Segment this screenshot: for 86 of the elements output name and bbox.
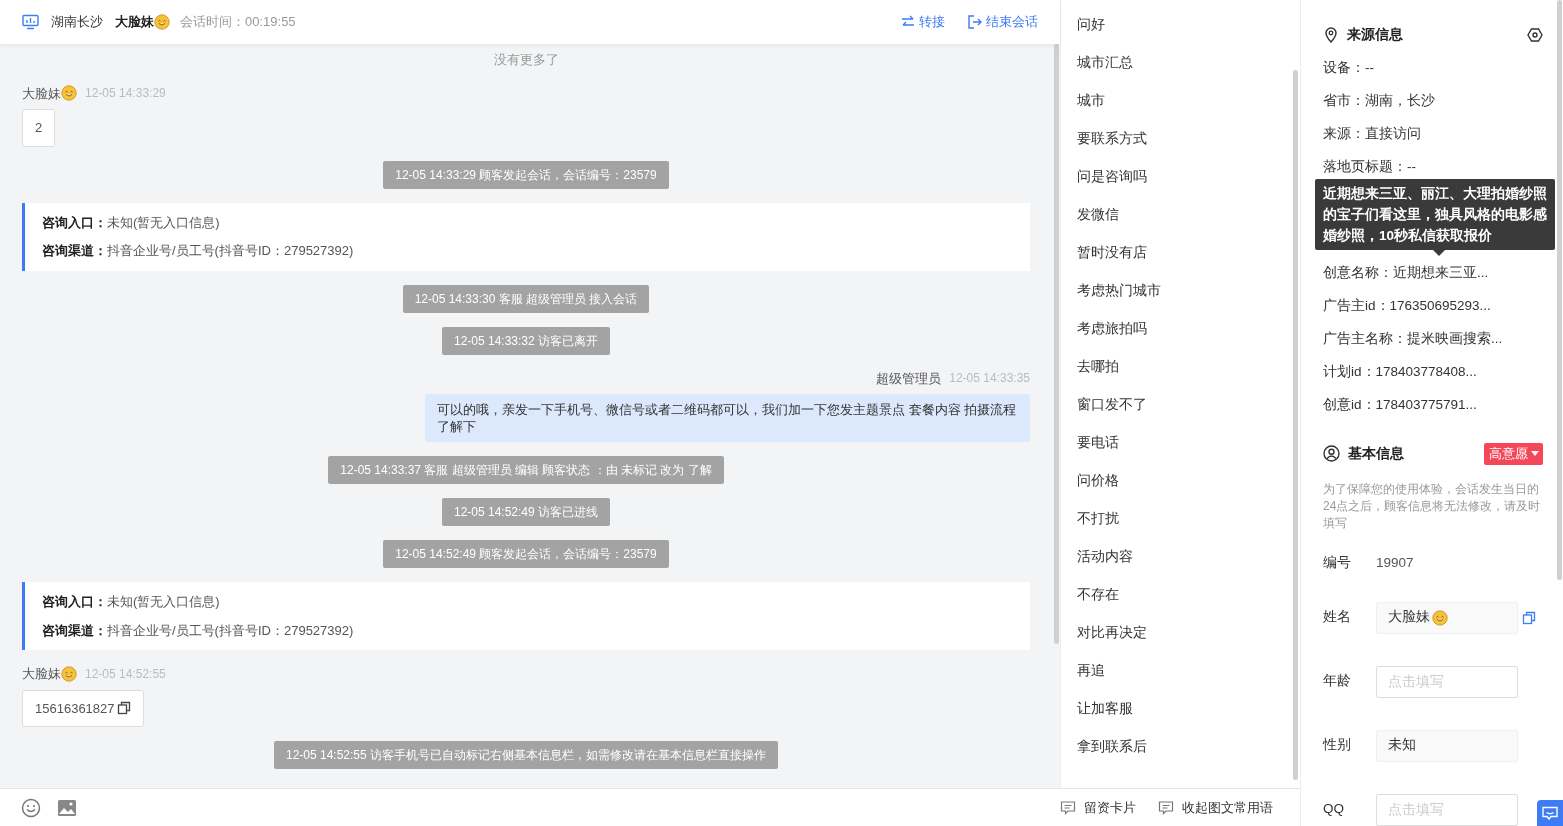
message-time: 12-05 14:33:29 [85,85,166,103]
system-message: 12-05 14:33:32 访客已离开 [441,326,611,355]
field-label: 编号 [1323,554,1352,573]
source-field: 计划id：178403778408... [1323,355,1543,388]
section-title: 来源信息 [1347,25,1403,44]
chat-icon [1542,806,1558,820]
readonly-field: 大脸妹 [1376,601,1518,634]
source-field: 广告主id：176350695293... [1323,289,1543,322]
phrase-item[interactable]: 活动内容 [1077,538,1133,576]
end-session-button[interactable]: 结束会话 [967,12,1038,32]
toolbar-button[interactable]: 收起图文常用语 [1158,797,1273,818]
phrase-item[interactable]: 去哪拍 [1077,348,1119,386]
no-more-text: 没有更多了 [493,51,559,69]
image-icon[interactable] [57,798,77,817]
message-text: 15616361827 [35,699,115,718]
source-field: 广告主名称：提米映画搜索... [1323,322,1543,355]
phrase-item[interactable]: 问好 [1077,6,1105,44]
field-label: 年龄 [1323,672,1352,691]
phrase-item[interactable]: 再追 [1077,652,1105,690]
phrase-item[interactable]: 要电话 [1077,424,1119,462]
scrollbar[interactable] [1054,44,1059,644]
location-text: 湖南长沙 [51,13,103,32]
phrase-item[interactable]: 要联系方式 [1077,120,1147,158]
source-field: 创意id：178403775791... [1323,388,1543,421]
transfer-button[interactable]: 转接 [900,12,945,32]
monitor-icon [22,14,39,30]
system-message: 12-05 14:52:55 访客手机号已自动标记右侧基本信息栏，如需修改请在基本信息栏直接操作 [273,741,779,769]
notice-text: 为了保障您的使用体验，会话发生当日的24点之后，顾客信息将无法修改，请及时填写 [1323,480,1542,532]
phrase-item[interactable]: 拿到联系后 [1077,728,1147,766]
readonly-field: 未知 [1376,729,1518,762]
caret-icon [1531,451,1539,457]
message-text: 2 [35,119,43,137]
copy-icon[interactable] [1522,610,1536,625]
phrase-item[interactable]: 窗口发不了 [1077,386,1147,424]
message-icon [1060,800,1076,815]
field-label: QQ [1323,800,1345,819]
info-line: 咨询渠道：抖音企业号/员工号(抖音号ID：279527392) [42,621,355,640]
scrollbar[interactable] [1557,0,1562,580]
message-bubble: 可以的哦，亲发一下手机号、微信号或者二维码都可以，我们加一下您发主题景点 套餐内容 拍摄流程了解下 [425,394,1030,442]
tooltip: 近期想来三亚、丽江、大理拍婚纱照的宝子们看这里，独具风格的电影感婚纱照，10秒私信获取报价 [1315,179,1555,250]
source-field: 省市：湖南，长沙 [1323,84,1543,117]
phrase-item[interactable]: 考虑热门城市 [1077,272,1161,310]
chat-float-button[interactable] [1537,800,1563,826]
field-label: 姓名 [1323,608,1352,627]
location-pin-icon [1323,26,1339,43]
phrase-item[interactable]: 城市 [1077,82,1105,120]
info-line: 咨询入口：未知(暂无入口信息) [42,213,221,232]
system-message: 12-05 14:33:29 顾客发起会话，会话编号：23579 [383,160,669,189]
sender-name: 超级管理员 [876,369,942,388]
phrase-item[interactable]: 城市汇总 [1077,44,1133,82]
phrase-item[interactable]: 暂时没有店 [1077,234,1147,272]
exit-icon [967,14,983,30]
user-icon [1323,445,1340,463]
source-field: 来源：直接访问 [1323,117,1543,150]
source-field: 设备：-- [1323,51,1543,84]
intent-tag-dropdown[interactable]: 高意愿 [1484,443,1543,465]
field-label: 性别 [1323,736,1352,755]
system-message: 12-05 14:52:49 顾客发起会话，会话编号：23579 [383,540,669,568]
phrase-item[interactable]: 不打扰 [1077,500,1119,538]
field-value: 19907 [1376,554,1414,573]
system-message: 12-05 14:33:30 客服 超级管理员 接入会话 [402,284,650,313]
scrollbar[interactable] [1293,70,1298,780]
session-time: 会话时间：00:19:55 [180,13,296,32]
settings-icon[interactable] [1527,26,1543,43]
message-icon [1158,800,1174,815]
phrase-item[interactable]: 发微信 [1077,196,1119,234]
message-time: 12-05 14:52:55 [85,665,166,683]
system-message: 12-05 14:52:49 访客已进线 [441,498,611,526]
section-title: 基本信息 [1348,444,1404,464]
toolbar-button[interactable]: 留资卡片 [1060,797,1136,818]
message-time: 12-05 14:33:35 [949,370,1030,388]
emoji-button-icon[interactable] [21,797,41,818]
visitor-name: 大脸妹 [115,13,154,32]
phrase-item[interactable]: 问是咨询吗 [1077,158,1147,196]
phrase-item[interactable]: 让加客服 [1077,690,1133,728]
tooltip-pointer [1433,250,1445,256]
phrase-item[interactable]: 对比再决定 [1077,614,1147,652]
phrase-item[interactable]: 考虑旅拍吗 [1077,310,1147,348]
phrase-item[interactable]: 问价格 [1077,462,1119,500]
system-message: 12-05 14:33:37 客服 超级管理员 编辑 顾客状态 ：由 未标记 改为 了解 [328,456,724,484]
info-line: 咨询入口：未知(暂无入口信息) [42,593,221,611]
sender-name: 大脸妹 [22,665,61,683]
phrase-item[interactable]: 不存在 [1077,576,1119,614]
info-line: 咨询渠道：抖音企业号/员工号(抖音号ID：279527392) [42,242,355,260]
sender-name: 大脸妹 [22,84,61,103]
source-field: 创意名称：近期想来三亚... [1323,256,1543,289]
